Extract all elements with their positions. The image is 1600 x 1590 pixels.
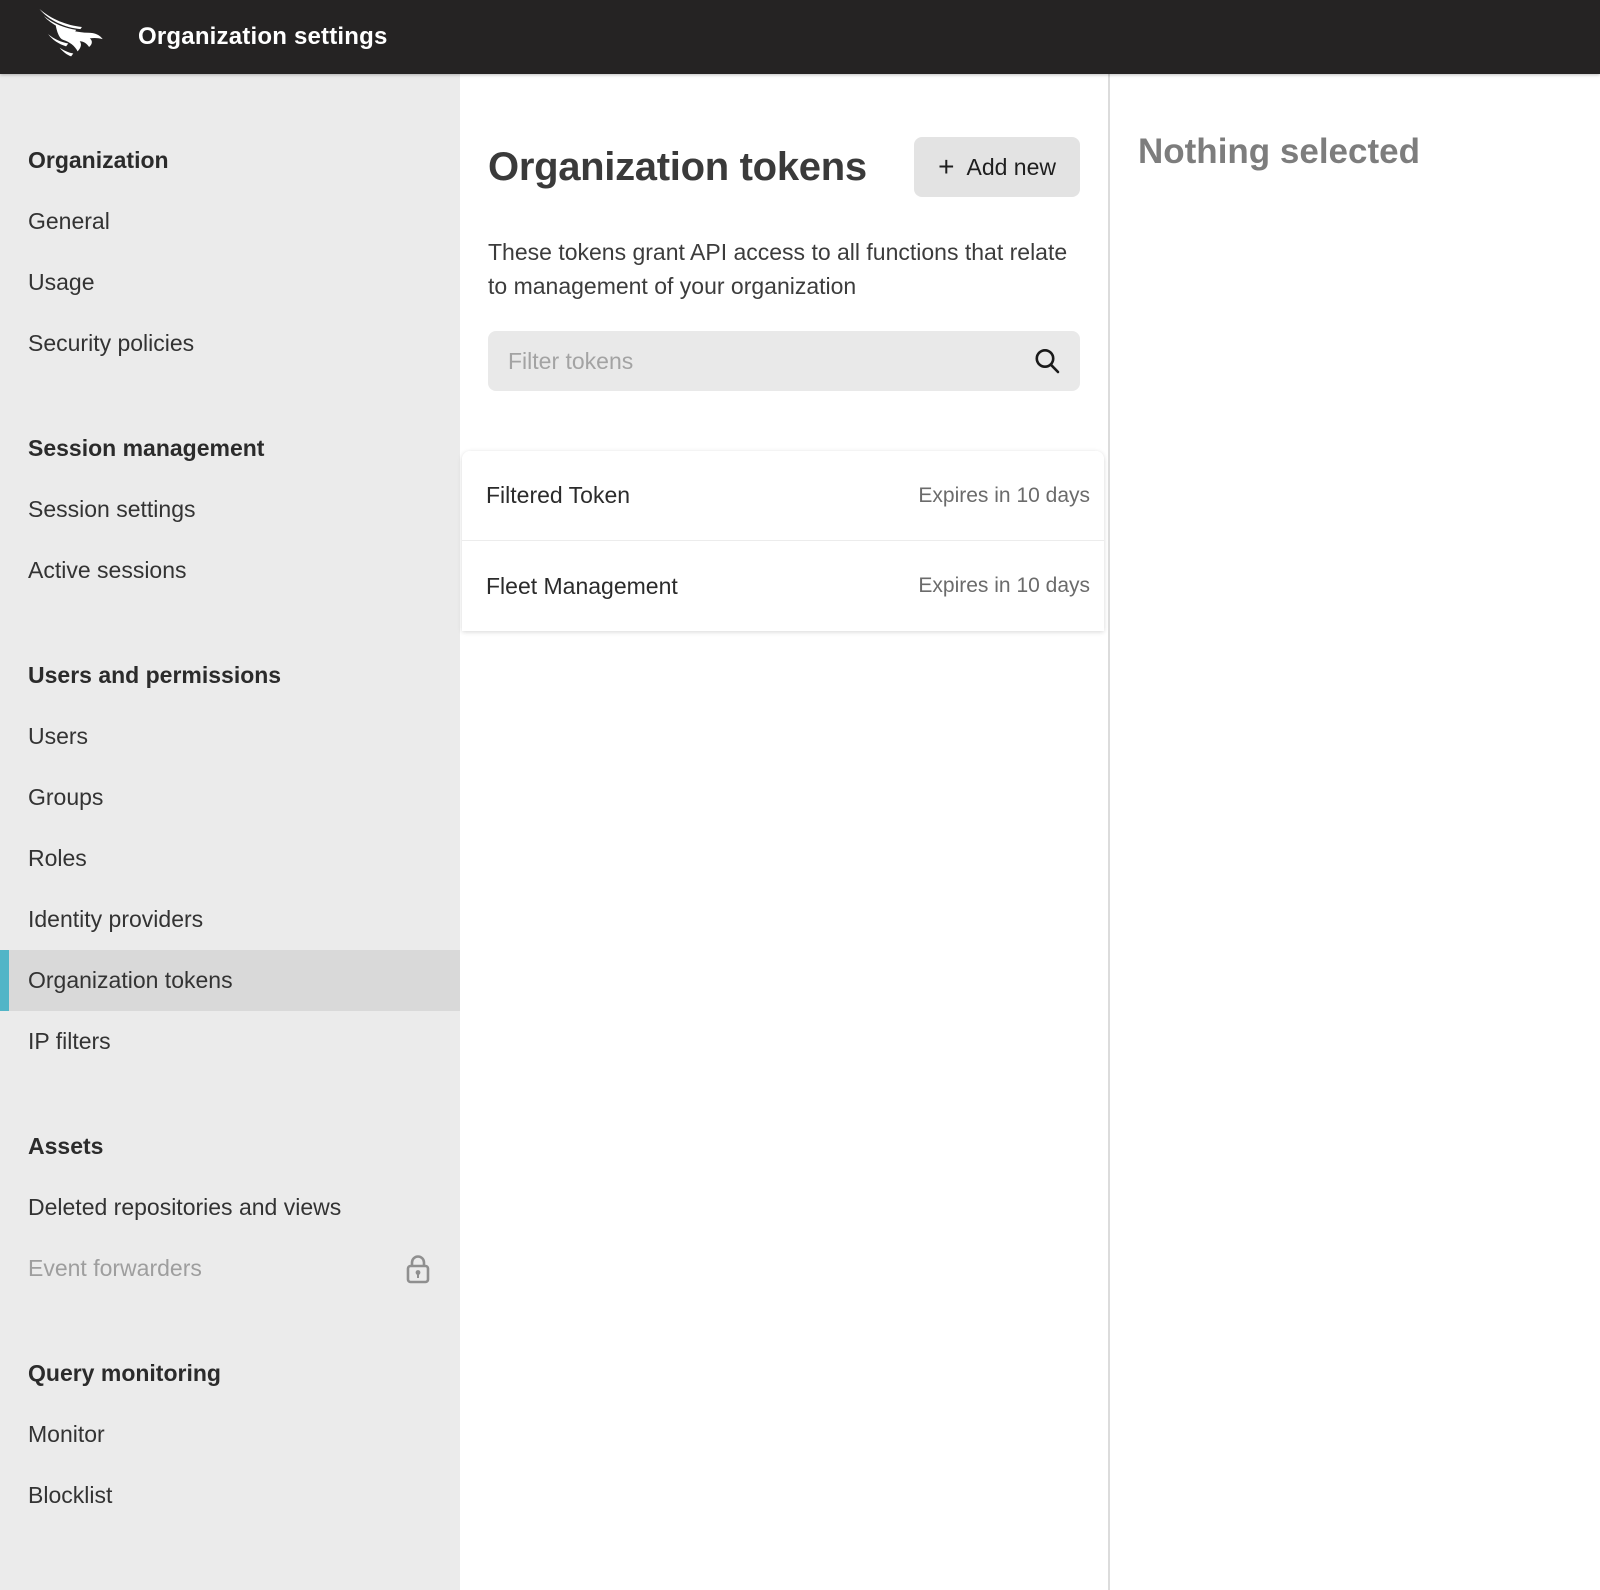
- sidebar-item-label: General: [28, 208, 110, 235]
- sidebar-item-identity-providers[interactable]: Identity providers: [0, 889, 460, 950]
- sidebar-item-event-forwarders: Event forwarders: [0, 1238, 460, 1299]
- filter-tokens-field: [488, 331, 1080, 391]
- sidebar-nav: Organization General Usage Security poli…: [0, 130, 460, 1526]
- sidebar-item-deleted-repositories-and-views[interactable]: Deleted repositories and views: [0, 1177, 460, 1238]
- sidebar-section: Session management Session settings Acti…: [0, 418, 460, 601]
- sidebar-item-label: Event forwarders: [28, 1255, 202, 1282]
- tokens-panel: Organization tokens + Add new These toke…: [460, 74, 1110, 1590]
- sidebar-section: Users and permissions Users Groups Roles…: [0, 645, 460, 1072]
- sidebar-item-active-sessions[interactable]: Active sessions: [0, 540, 460, 601]
- sidebar-section: Query monitoring Monitor Blocklist: [0, 1343, 460, 1526]
- sidebar-item-label: Session settings: [28, 496, 195, 523]
- token-expiry: Expires in 10 days: [918, 484, 1090, 508]
- page-title: Organization tokens: [488, 144, 867, 190]
- sidebar-item-label: Organization tokens: [28, 967, 233, 994]
- sidebar-section-header-users-and-permissions: Users and permissions: [0, 645, 460, 706]
- sidebar-item-roles[interactable]: Roles: [0, 828, 460, 889]
- sidebar-section: Organization General Usage Security poli…: [0, 130, 460, 374]
- sidebar-item-organization-tokens[interactable]: Organization tokens: [0, 950, 460, 1011]
- sidebar-item-general[interactable]: General: [0, 191, 460, 252]
- sidebar-section-header-session-management: Session management: [0, 418, 460, 479]
- settings-sidebar: Organization General Usage Security poli…: [0, 74, 460, 1590]
- nothing-selected-message: Nothing selected: [1138, 132, 1580, 172]
- token-name: Fleet Management: [486, 573, 678, 600]
- sidebar-item-usage[interactable]: Usage: [0, 252, 460, 313]
- token-row-fleet-management[interactable]: Fleet Management Expires in 10 days: [462, 541, 1104, 631]
- token-list: Filtered Token Expires in 10 days Fleet …: [462, 451, 1104, 631]
- sidebar-item-label: Blocklist: [28, 1482, 112, 1509]
- sidebar-item-label: Users: [28, 723, 88, 750]
- sidebar-section-header-assets: Assets: [0, 1116, 460, 1177]
- detail-panel: Nothing selected: [1110, 74, 1600, 1590]
- sidebar-section: Assets Deleted repositories and views Ev…: [0, 1116, 460, 1299]
- sidebar-item-monitor[interactable]: Monitor: [0, 1404, 460, 1465]
- sidebar-section-header-organization: Organization: [0, 130, 460, 191]
- sidebar-item-label: Identity providers: [28, 906, 203, 933]
- token-row-filtered-token[interactable]: Filtered Token Expires in 10 days: [462, 451, 1104, 541]
- sidebar-item-label: Usage: [28, 269, 94, 296]
- filter-tokens-input[interactable]: [508, 331, 1032, 391]
- crowdstrike-falcon-icon[interactable]: [38, 9, 110, 65]
- sidebar-item-label: Security policies: [28, 330, 194, 357]
- sidebar-section-header-query-monitoring: Query monitoring: [0, 1343, 460, 1404]
- sidebar-item-label: Roles: [28, 845, 87, 872]
- token-expiry: Expires in 10 days: [918, 574, 1090, 598]
- lock-icon: [404, 1253, 432, 1285]
- sidebar-item-label: Deleted repositories and views: [28, 1194, 341, 1221]
- sidebar-item-label: Groups: [28, 784, 103, 811]
- sidebar-item-label: IP filters: [28, 1028, 111, 1055]
- tokens-header: Organization tokens + Add new These toke…: [460, 74, 1108, 391]
- sidebar-item-blocklist[interactable]: Blocklist: [0, 1465, 460, 1526]
- add-new-label: Add new: [966, 154, 1056, 181]
- add-new-token-button[interactable]: + Add new: [914, 137, 1080, 197]
- app-title: Organization settings: [138, 23, 388, 51]
- sidebar-item-label: Monitor: [28, 1421, 105, 1448]
- sidebar-item-session-settings[interactable]: Session settings: [0, 479, 460, 540]
- sidebar-item-users[interactable]: Users: [0, 706, 460, 767]
- search-icon: [1032, 346, 1062, 376]
- sidebar-item-groups[interactable]: Groups: [0, 767, 460, 828]
- sidebar-item-label: Active sessions: [28, 557, 187, 584]
- sidebar-item-ip-filters[interactable]: IP filters: [0, 1011, 460, 1072]
- tokens-description: These tokens grant API access to all fun…: [488, 235, 1076, 303]
- topbar: Organization settings: [0, 0, 1600, 74]
- token-name: Filtered Token: [486, 482, 630, 509]
- sidebar-item-security-policies[interactable]: Security policies: [0, 313, 460, 374]
- plus-icon: +: [938, 153, 954, 181]
